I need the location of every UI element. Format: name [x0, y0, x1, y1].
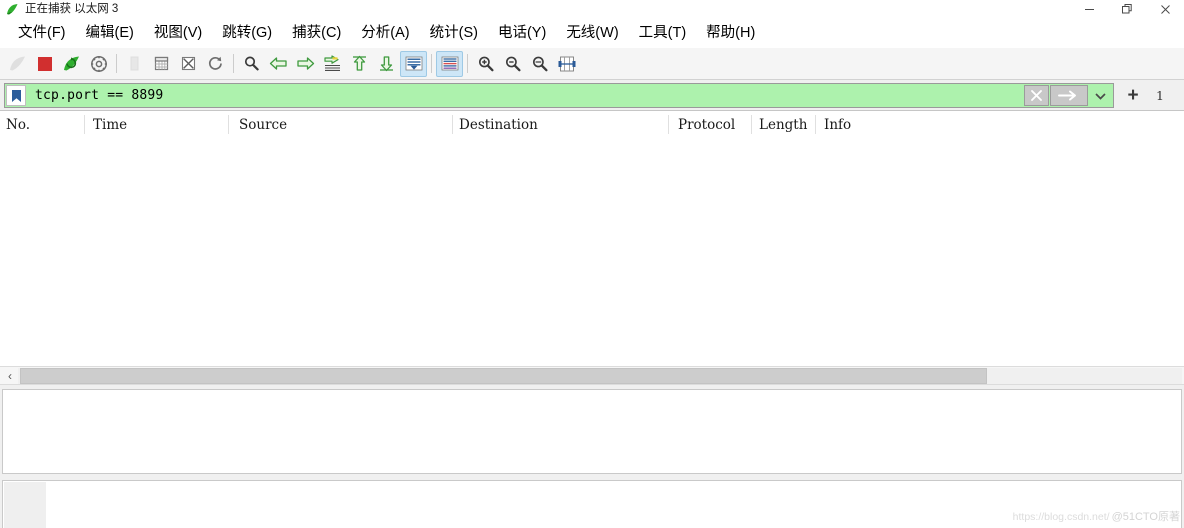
packet-list-rows[interactable] [0, 138, 1184, 366]
display-filter-input[interactable]: tcp.port == 8899 [35, 88, 1024, 103]
menu-edit[interactable]: 编辑(E) [76, 21, 144, 45]
toolbar-separator [116, 54, 117, 73]
open-file-icon[interactable] [121, 51, 148, 77]
resize-columns-icon[interactable] [553, 51, 580, 77]
start-capture-icon[interactable] [4, 51, 31, 77]
watermark: https://blog.csdn.net/ @51CTO原著 [1013, 508, 1180, 524]
menu-wireless[interactable]: 无线(W) [556, 21, 628, 45]
display-filter-bar: tcp.port == 8899 + 1 [0, 81, 1184, 110]
wireshark-window: 正在捕获 以太网 3 文件(F) 编辑(E) 视图(V) 跳转(G) 捕获(C)… [0, 0, 1184, 528]
watermark-tag: @51CTO原著 [1111, 511, 1180, 523]
go-first-packet-icon[interactable] [346, 51, 373, 77]
menu-view[interactable]: 视图(V) [144, 21, 212, 45]
menu-go[interactable]: 跳转(G) [212, 21, 282, 45]
packet-list-hscrollbar[interactable]: ‹ [0, 366, 1184, 385]
column-separator[interactable] [668, 115, 669, 134]
add-filter-button[interactable]: + [1120, 83, 1146, 108]
toolbar-separator [431, 54, 432, 73]
chevron-down-icon[interactable] [1089, 85, 1111, 106]
menu-bar: 文件(F) 编辑(E) 视图(V) 跳转(G) 捕获(C) 分析(A) 统计(S… [0, 18, 1184, 48]
scroll-left-arrow-icon[interactable]: ‹ [2, 368, 18, 384]
filter-counter: 1 [1156, 88, 1164, 103]
go-back-icon[interactable] [265, 51, 292, 77]
clear-filter-icon[interactable] [1024, 85, 1049, 106]
auto-scroll-icon[interactable] [400, 50, 427, 77]
reload-icon[interactable] [202, 51, 229, 77]
zoom-in-icon[interactable] [472, 51, 499, 77]
column-separator[interactable] [751, 115, 752, 134]
title-bar: 正在捕获 以太网 3 [0, 0, 1184, 18]
colorize-icon[interactable] [436, 50, 463, 77]
title-bar-left: 正在捕获 以太网 3 [6, 0, 118, 18]
column-separator[interactable] [815, 115, 816, 134]
toolbar-separator [467, 54, 468, 73]
column-destination[interactable]: Destination [459, 111, 538, 138]
byte-offset-column [4, 482, 46, 528]
column-length[interactable]: Length [759, 111, 807, 138]
menu-help[interactable]: 帮助(H) [696, 21, 765, 45]
column-source[interactable]: Source [239, 111, 287, 138]
menu-file[interactable]: 文件(F) [8, 21, 76, 45]
wireshark-shark-fin-icon [6, 3, 19, 16]
column-info[interactable]: Info [824, 111, 851, 138]
column-time[interactable]: Time [93, 111, 127, 138]
toolbar-separator [233, 54, 234, 73]
menu-analyze[interactable]: 分析(A) [351, 21, 419, 45]
window-title: 正在捕获 以太网 3 [25, 3, 119, 15]
scrollbar-thumb[interactable] [20, 368, 987, 384]
watermark-url: https://blog.csdn.net/ [1012, 511, 1110, 523]
window-controls [1070, 0, 1184, 18]
column-separator[interactable] [452, 115, 453, 134]
packet-list-header: No. Time Source Destination Protocol Len… [0, 111, 1184, 139]
stop-capture-icon[interactable] [31, 51, 58, 77]
column-separator[interactable] [228, 115, 229, 134]
menu-telephony[interactable]: 电话(Y) [488, 21, 556, 45]
close-button[interactable] [1146, 0, 1184, 18]
close-file-icon[interactable] [175, 51, 202, 77]
menu-tools[interactable]: 工具(T) [629, 21, 697, 45]
menu-capture[interactable]: 捕获(C) [282, 21, 351, 45]
zoom-reset-icon[interactable] [526, 51, 553, 77]
zoom-out-icon[interactable] [499, 51, 526, 77]
packet-list-pane[interactable]: No. Time Source Destination Protocol Len… [0, 110, 1184, 366]
restart-capture-icon[interactable] [58, 51, 85, 77]
capture-options-icon[interactable] [85, 51, 112, 77]
go-forward-icon[interactable] [292, 51, 319, 77]
minimize-button[interactable] [1070, 0, 1108, 18]
packet-details-pane[interactable] [2, 389, 1182, 474]
column-no[interactable]: No. [6, 111, 30, 138]
go-to-packet-icon[interactable] [319, 51, 346, 77]
bookmark-icon[interactable] [6, 85, 26, 106]
save-file-icon[interactable] [148, 51, 175, 77]
go-last-packet-icon[interactable] [373, 51, 400, 77]
restore-button[interactable] [1108, 0, 1146, 18]
packet-bytes-pane[interactable] [2, 480, 1182, 528]
apply-filter-icon[interactable] [1050, 85, 1088, 106]
find-packet-icon[interactable] [238, 51, 265, 77]
column-protocol[interactable]: Protocol [678, 111, 735, 138]
main-toolbar [0, 48, 1184, 80]
display-filter-field[interactable]: tcp.port == 8899 [4, 83, 1114, 108]
menu-statistics[interactable]: 统计(S) [420, 21, 488, 45]
column-separator[interactable] [84, 115, 85, 134]
